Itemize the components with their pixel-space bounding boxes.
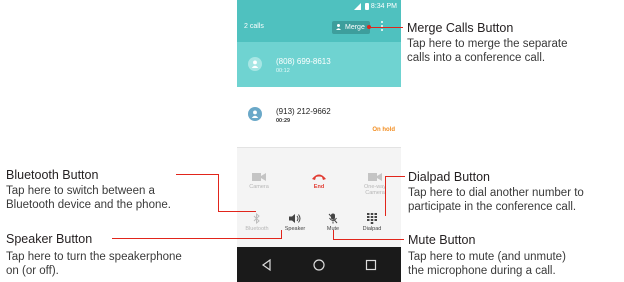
camera-label: Camera bbox=[249, 184, 269, 190]
bluetooth-callout-line-h bbox=[176, 174, 219, 175]
active-call-row[interactable]: (808) 699-8613 00:12 bbox=[237, 42, 401, 87]
status-bar: 8:34 PM bbox=[237, 0, 401, 13]
merge-callout-line2: calls into a conference call. bbox=[407, 52, 546, 64]
dialpad-callout-title: Dialpad Button bbox=[408, 170, 491, 184]
merge-callout-line bbox=[370, 27, 403, 28]
recent-apps-icon[interactable] bbox=[363, 257, 379, 273]
merge-callout-title: Merge Calls Button bbox=[407, 21, 514, 35]
status-time: 8:34 PM bbox=[370, 3, 397, 10]
end-call-icon bbox=[312, 174, 326, 180]
person-icon bbox=[336, 24, 341, 30]
merge-label: Merge bbox=[345, 24, 365, 31]
dialpad-callout-line-v bbox=[385, 176, 386, 216]
mute-mic-icon bbox=[328, 213, 338, 224]
mute-callout-line2: the microphone during a call. bbox=[408, 265, 556, 277]
bluetooth-callout-line-v bbox=[218, 174, 219, 212]
dialpad-label: Dialpad bbox=[362, 226, 382, 232]
bluetooth-callout-line-h2 bbox=[218, 211, 256, 212]
mute-callout-title: Mute Button bbox=[408, 233, 476, 247]
battery-icon bbox=[365, 3, 369, 10]
navigation-bar bbox=[237, 247, 401, 282]
held-call-row[interactable]: (913) 212-9662 00:29 On hold bbox=[237, 87, 401, 148]
call-duration: 00:12 bbox=[276, 68, 290, 74]
end-label: End bbox=[313, 184, 325, 190]
dialpad-callout-line2: participate in the conference call. bbox=[408, 201, 577, 213]
speaker-label: Speaker bbox=[284, 226, 306, 232]
back-icon[interactable] bbox=[259, 257, 275, 273]
speaker-callout-line2: on (or off). bbox=[6, 265, 59, 277]
call-duration: 00:29 bbox=[276, 118, 291, 124]
dialpad-callout-line-h bbox=[385, 176, 405, 177]
camera-label: Camera bbox=[365, 190, 385, 196]
bluetooth-callout-line2: Bluetooth device and the phone. bbox=[6, 199, 171, 211]
speaker-callout-title: Speaker Button bbox=[6, 232, 93, 246]
avatar bbox=[248, 107, 262, 121]
avatar bbox=[248, 57, 262, 71]
on-hold-status: On hold bbox=[372, 127, 395, 133]
camera-button[interactable]: Camera bbox=[239, 172, 279, 202]
call-number: (808) 699-8613 bbox=[276, 57, 331, 66]
mute-callout-line-v bbox=[333, 230, 334, 240]
video-camera-icon bbox=[252, 173, 266, 181]
signal-icon bbox=[354, 3, 361, 10]
merge-callout-dot bbox=[367, 25, 371, 29]
calls-count: 2 calls bbox=[244, 23, 264, 30]
speaker-callout-line1: Tap here to turn the speakerphone bbox=[6, 251, 182, 263]
bluetooth-callout-title: Bluetooth Button bbox=[6, 168, 99, 182]
speaker-callout-line-v bbox=[281, 230, 282, 239]
home-icon[interactable] bbox=[311, 257, 327, 273]
bluetooth-callout-line1: Tap here to switch between a bbox=[6, 185, 155, 197]
merge-callout-line1: Tap here to merge the separate bbox=[407, 38, 568, 50]
merge-button[interactable]: Merge bbox=[332, 21, 370, 34]
end-call-button[interactable]: End bbox=[299, 172, 339, 202]
speaker-callout-line bbox=[112, 238, 282, 239]
bluetooth-icon bbox=[253, 213, 260, 224]
video-camera-icon bbox=[368, 173, 382, 181]
call-number: (913) 212-9662 bbox=[276, 107, 331, 116]
dialpad-callout-line1: Tap here to dial another number to bbox=[408, 187, 584, 199]
dialpad-icon bbox=[367, 213, 377, 224]
mute-callout-line1: Tap here to mute (and unmute) bbox=[408, 251, 566, 263]
mute-callout-line bbox=[333, 239, 404, 240]
bluetooth-label: Bluetooth bbox=[245, 226, 269, 232]
speaker-icon bbox=[289, 214, 301, 223]
